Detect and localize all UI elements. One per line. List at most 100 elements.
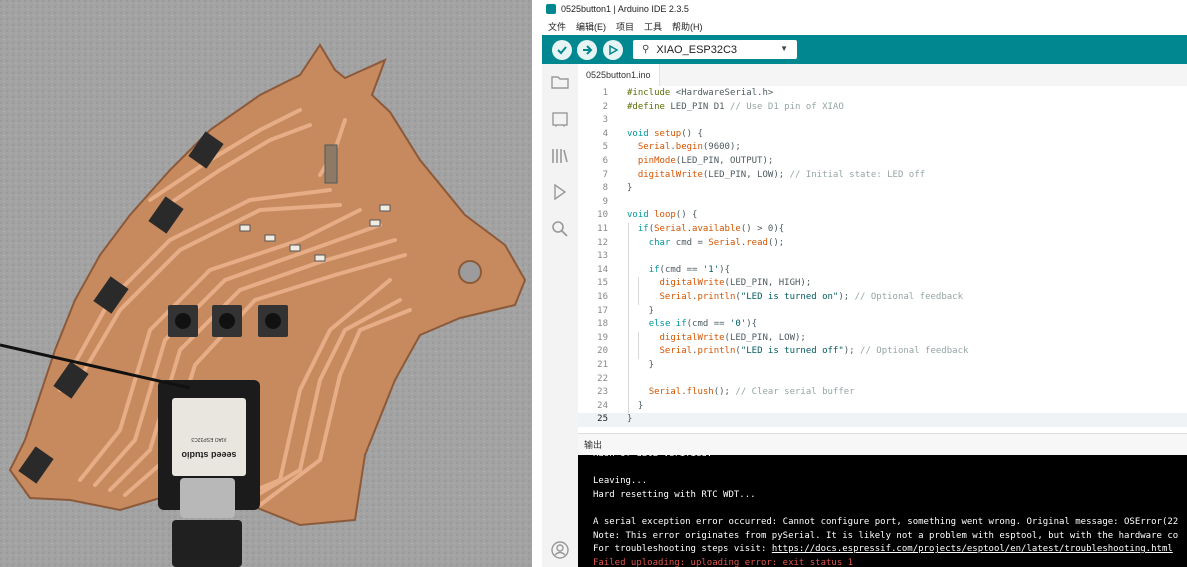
code-text: } (627, 400, 644, 411)
code-line[interactable]: 21 } (578, 359, 1187, 373)
console-line: A serial exception error occurred: Canno… (593, 517, 1179, 527)
verify-button[interactable] (552, 40, 572, 60)
menu-help[interactable]: 帮助(H) (672, 20, 703, 33)
toolbar: ⚲ XIAO_ESP32C3 ▼ (542, 35, 1187, 64)
line-number: 22 (597, 373, 608, 384)
user-icon[interactable] (550, 540, 570, 560)
line-number: 5 (602, 142, 608, 153)
code-text: pinMode(LED_PIN, OUTPUT); (637, 156, 774, 166)
code-text: } (627, 305, 655, 316)
code-line[interactable]: 15 digitalWrite(LED_PIN, HIGH); (578, 277, 1187, 291)
code-line[interactable]: 20 Serial.println("LED is turned off"); … (578, 345, 1187, 359)
code-editor[interactable]: 1 #include <HardwareSerial.h> 2 #define LED… (578, 86, 1187, 431)
code-line[interactable]: 2 #define LED_PIN D1 // Use D1 pin of XIA… (578, 101, 1187, 115)
code-text: #define LED_PIN D1 // Use D1 pin of XIAO (627, 101, 844, 112)
code-text: if(Serial.available() > 0){ (637, 224, 785, 234)
tactile-buttons (168, 305, 288, 337)
code-line[interactable]: 1 #include <HardwareSerial.h> (578, 87, 1187, 101)
code-line[interactable]: 11 if(Serial.available() > 0){ (578, 223, 1187, 237)
code-text: else if(cmd == '0'){ (648, 319, 758, 330)
console-error-line: Failed uploading: uploading error: exit … (593, 557, 854, 567)
code-line[interactable]: 18 else if(cmd == '0'){ (578, 318, 1187, 332)
code-line[interactable]: 4 void setup() { (578, 128, 1187, 142)
code-text: } (627, 360, 655, 370)
code-line[interactable]: 6 pinMode(LED_PIN, OUTPUT); (578, 155, 1187, 169)
line-number: 10 (597, 210, 608, 221)
line-number: 2 (602, 101, 608, 112)
menu-bar: 文件 编辑(E) 项目 工具 帮助(H) (542, 18, 1187, 34)
code-line[interactable]: 17 } (578, 305, 1187, 319)
menu-sketch[interactable]: 项目 (616, 20, 634, 33)
line-number: 4 (602, 128, 608, 139)
output-console[interactable]: Hash of data verified. Leaving... Hard res… (578, 455, 1187, 567)
debug-sidebar-icon[interactable] (550, 182, 570, 202)
arduino-ide-window: 0525button1 | Arduino IDE 2.3.5 文件 编辑(E)… (542, 0, 1187, 567)
line-number: 20 (597, 346, 608, 357)
debug-button[interactable] (603, 40, 623, 60)
line-number: 17 (597, 305, 608, 316)
code-text: char cmd = Serial.read(); (648, 237, 785, 248)
console-line: Hash of data verified. (593, 455, 712, 462)
library-icon[interactable] (550, 146, 570, 166)
code-text: Serial.begin(9600); (637, 142, 741, 153)
search-icon[interactable] (550, 219, 570, 239)
code-text: Serial.flush(); // Clear serial buffer (648, 387, 855, 398)
board-selector[interactable]: ⚲ XIAO_ESP32C3 ▼ (633, 40, 797, 59)
indent-guide (638, 331, 639, 359)
line-number: 1 (602, 88, 608, 98)
editor-tab-bar: 0525button1.ino (578, 64, 1187, 87)
code-line[interactable]: 22 (578, 373, 1187, 387)
code-line[interactable]: 10 void loop() { (578, 209, 1187, 223)
console-line: Leaving... (593, 476, 648, 487)
line-number: 15 (597, 278, 608, 289)
code-text: digitalWrite(LED_PIN, HIGH); (659, 278, 812, 289)
troubleshooting-link[interactable]: https://docs.espressif.com/projects/espt… (772, 544, 1173, 554)
code-line[interactable]: 25} (578, 413, 1187, 427)
folder-icon[interactable] (550, 72, 570, 92)
code-text: Serial.println("LED is turned on"); // O… (659, 292, 963, 302)
console-line: Note: This error originates from pySeria… (593, 530, 1179, 541)
indent-guide (628, 223, 629, 400)
output-panel-header: 输出 (578, 433, 1187, 456)
output-title: 输出 (584, 440, 603, 450)
code-line[interactable]: 3 (578, 114, 1187, 128)
menu-file[interactable]: 文件 (548, 20, 566, 33)
tab-sketch-file[interactable]: 0525button1.ino (578, 64, 660, 86)
title-bar: 0525button1 | Arduino IDE 2.3.5 (542, 0, 1187, 17)
code-line[interactable]: 7 digitalWrite(LED_PIN, LOW); // Initial… (578, 169, 1187, 183)
code-line[interactable]: 13 (578, 250, 1187, 264)
menu-tools[interactable]: 工具 (644, 20, 662, 33)
chevron-down-icon: ▼ (780, 44, 788, 53)
line-number: 12 (597, 237, 608, 248)
console-line: For troubleshooting steps visit: https:/… (593, 544, 1173, 555)
line-number: 3 (602, 115, 608, 126)
window-title: 0525button1 | Arduino IDE 2.3.5 (561, 3, 689, 14)
code-text: Serial.println("LED is turned off"); // … (659, 346, 969, 357)
left-sidebar (542, 64, 578, 567)
code-line[interactable]: 9 (578, 196, 1187, 210)
menu-edit[interactable]: 编辑(E) (576, 20, 606, 33)
code-line[interactable]: 23 Serial.flush(); // Clear serial buffe… (578, 386, 1187, 400)
upload-button[interactable] (577, 40, 597, 60)
code-text: } (627, 414, 633, 425)
check-icon (557, 46, 567, 55)
code-text: digitalWrite(LED_PIN, LOW); (659, 332, 806, 343)
code-text: void loop() { (627, 210, 698, 221)
code-line[interactable]: 5 Serial.begin(9600); (578, 141, 1187, 155)
code-line[interactable]: 14 if(cmd == '1'){ (578, 264, 1187, 278)
code-line[interactable]: 24 } (578, 400, 1187, 414)
code-line[interactable]: 8} (578, 182, 1187, 196)
pcb-photo: seeed studio XIAO ESP32C3 (0, 0, 532, 567)
code-text: digitalWrite(LED_PIN, LOW); // Initial s… (637, 169, 926, 180)
code-line[interactable]: 16 Serial.println("LED is turned on"); /… (578, 291, 1187, 305)
arrow-right-icon (583, 45, 593, 55)
module-brand-text: seeed studio (181, 450, 237, 460)
code-text: } (627, 183, 633, 194)
code-line[interactable]: 19 digitalWrite(LED_PIN, LOW); (578, 332, 1187, 346)
board-manager-icon[interactable] (550, 109, 570, 129)
board-name: XIAO_ESP32C3 (656, 43, 738, 56)
line-number: 9 (602, 196, 608, 207)
code-line[interactable]: 12 char cmd = Serial.read(); (578, 237, 1187, 251)
indent-guide (628, 399, 629, 414)
eye-hole (458, 260, 482, 284)
